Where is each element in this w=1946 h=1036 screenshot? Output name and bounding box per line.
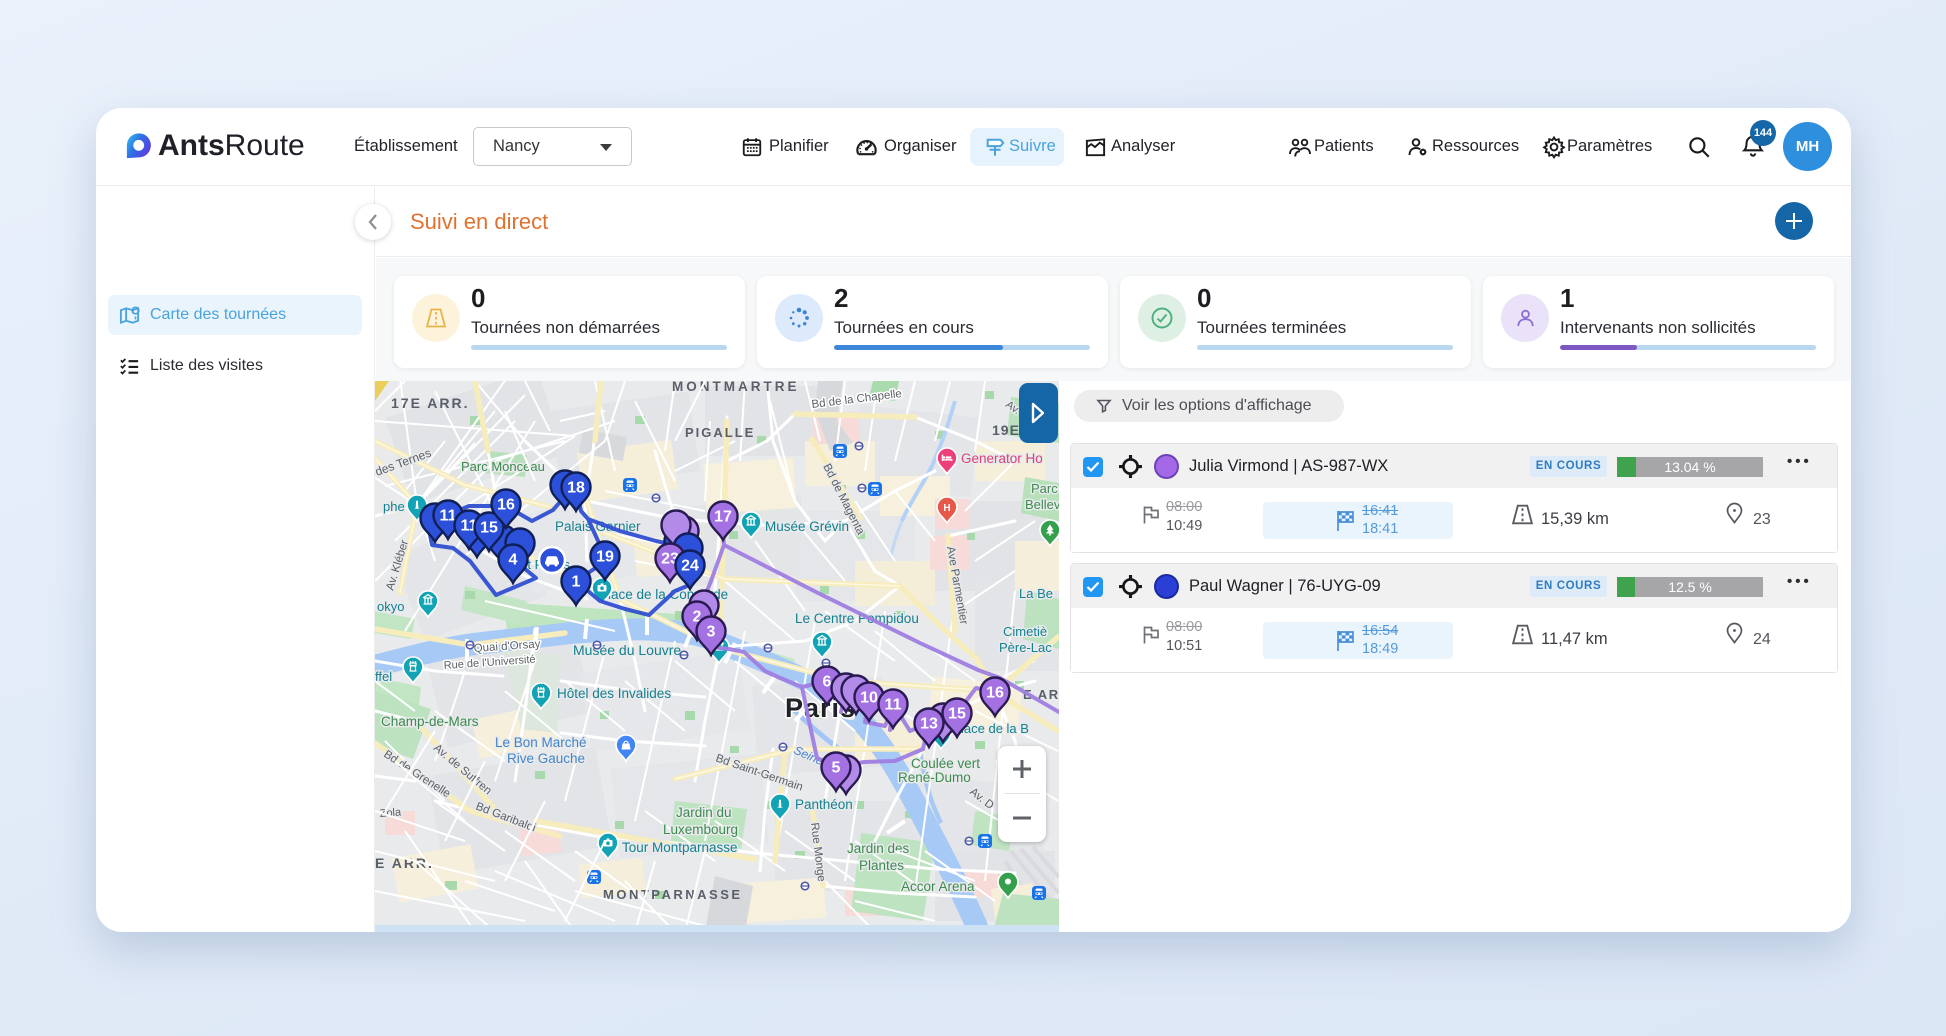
svg-text:19: 19 bbox=[596, 549, 614, 566]
svg-text:PIGALLE: PIGALLE bbox=[685, 425, 755, 440]
svg-text:Musée Grévin: Musée Grévin bbox=[765, 519, 849, 534]
svg-text:Parc Monceau: Parc Monceau bbox=[461, 459, 545, 474]
svg-text:MONTPARNASSE: MONTPARNASSE bbox=[603, 887, 743, 902]
svg-text:Cimetiè: Cimetiè bbox=[1003, 624, 1047, 639]
svg-text:3: 3 bbox=[707, 624, 716, 641]
svg-text:Jardin du: Jardin du bbox=[676, 805, 732, 820]
svg-text:24: 24 bbox=[681, 558, 699, 575]
svg-text:Panthéon: Panthéon bbox=[795, 797, 853, 812]
svg-text:10: 10 bbox=[860, 690, 878, 707]
svg-text:Hôtel des Invalides: Hôtel des Invalides bbox=[557, 686, 671, 701]
svg-text:Musée du Louvre: Musée du Louvre bbox=[573, 642, 681, 658]
svg-text:4: 4 bbox=[509, 552, 518, 569]
svg-text:5: 5 bbox=[832, 760, 841, 777]
svg-text:Parc: Parc bbox=[1031, 481, 1058, 496]
svg-text:Père-Lac: Père-Lac bbox=[999, 640, 1052, 655]
svg-text:lace de la B: lace de la B bbox=[961, 721, 1029, 736]
svg-text:15: 15 bbox=[948, 706, 966, 723]
svg-text:Rive Gauche: Rive Gauche bbox=[507, 751, 585, 766]
svg-text:okyo: okyo bbox=[377, 599, 404, 614]
svg-text:phe: phe bbox=[383, 499, 405, 514]
svg-text:Coulée vert: Coulée vert bbox=[911, 756, 980, 771]
svg-text:Le Bon Marché: Le Bon Marché bbox=[495, 735, 587, 750]
svg-text:11: 11 bbox=[885, 697, 902, 714]
svg-text:16: 16 bbox=[986, 685, 1004, 702]
svg-text:1: 1 bbox=[572, 574, 581, 591]
svg-text:16: 16 bbox=[497, 497, 515, 514]
svg-text:17: 17 bbox=[714, 509, 732, 526]
svg-text:Tour Montparnasse: Tour Montparnasse bbox=[622, 840, 738, 855]
svg-text:18: 18 bbox=[567, 480, 585, 497]
svg-text:La Be: La Be bbox=[1019, 586, 1053, 601]
svg-text:Plantes: Plantes bbox=[859, 858, 904, 873]
svg-text:H: H bbox=[943, 503, 950, 514]
svg-text:15: 15 bbox=[480, 520, 498, 537]
svg-text:René-Dumo: René-Dumo bbox=[898, 770, 971, 785]
svg-text:Bellev: Bellev bbox=[1025, 497, 1059, 512]
svg-text:Champ-de-Mars: Champ-de-Mars bbox=[381, 714, 479, 729]
svg-text:Luxembourg: Luxembourg bbox=[663, 822, 738, 837]
svg-text:13: 13 bbox=[920, 716, 938, 733]
svg-text:Generator Ho: Generator Ho bbox=[961, 451, 1043, 466]
svg-text:6: 6 bbox=[823, 674, 832, 691]
svg-text:19E: 19E bbox=[992, 422, 1020, 438]
svg-text:MONTMARTRE: MONTMARTRE bbox=[672, 381, 800, 394]
svg-text:17E ARR.: 17E ARR. bbox=[391, 395, 470, 411]
svg-text:Accor Arena: Accor Arena bbox=[901, 879, 975, 894]
